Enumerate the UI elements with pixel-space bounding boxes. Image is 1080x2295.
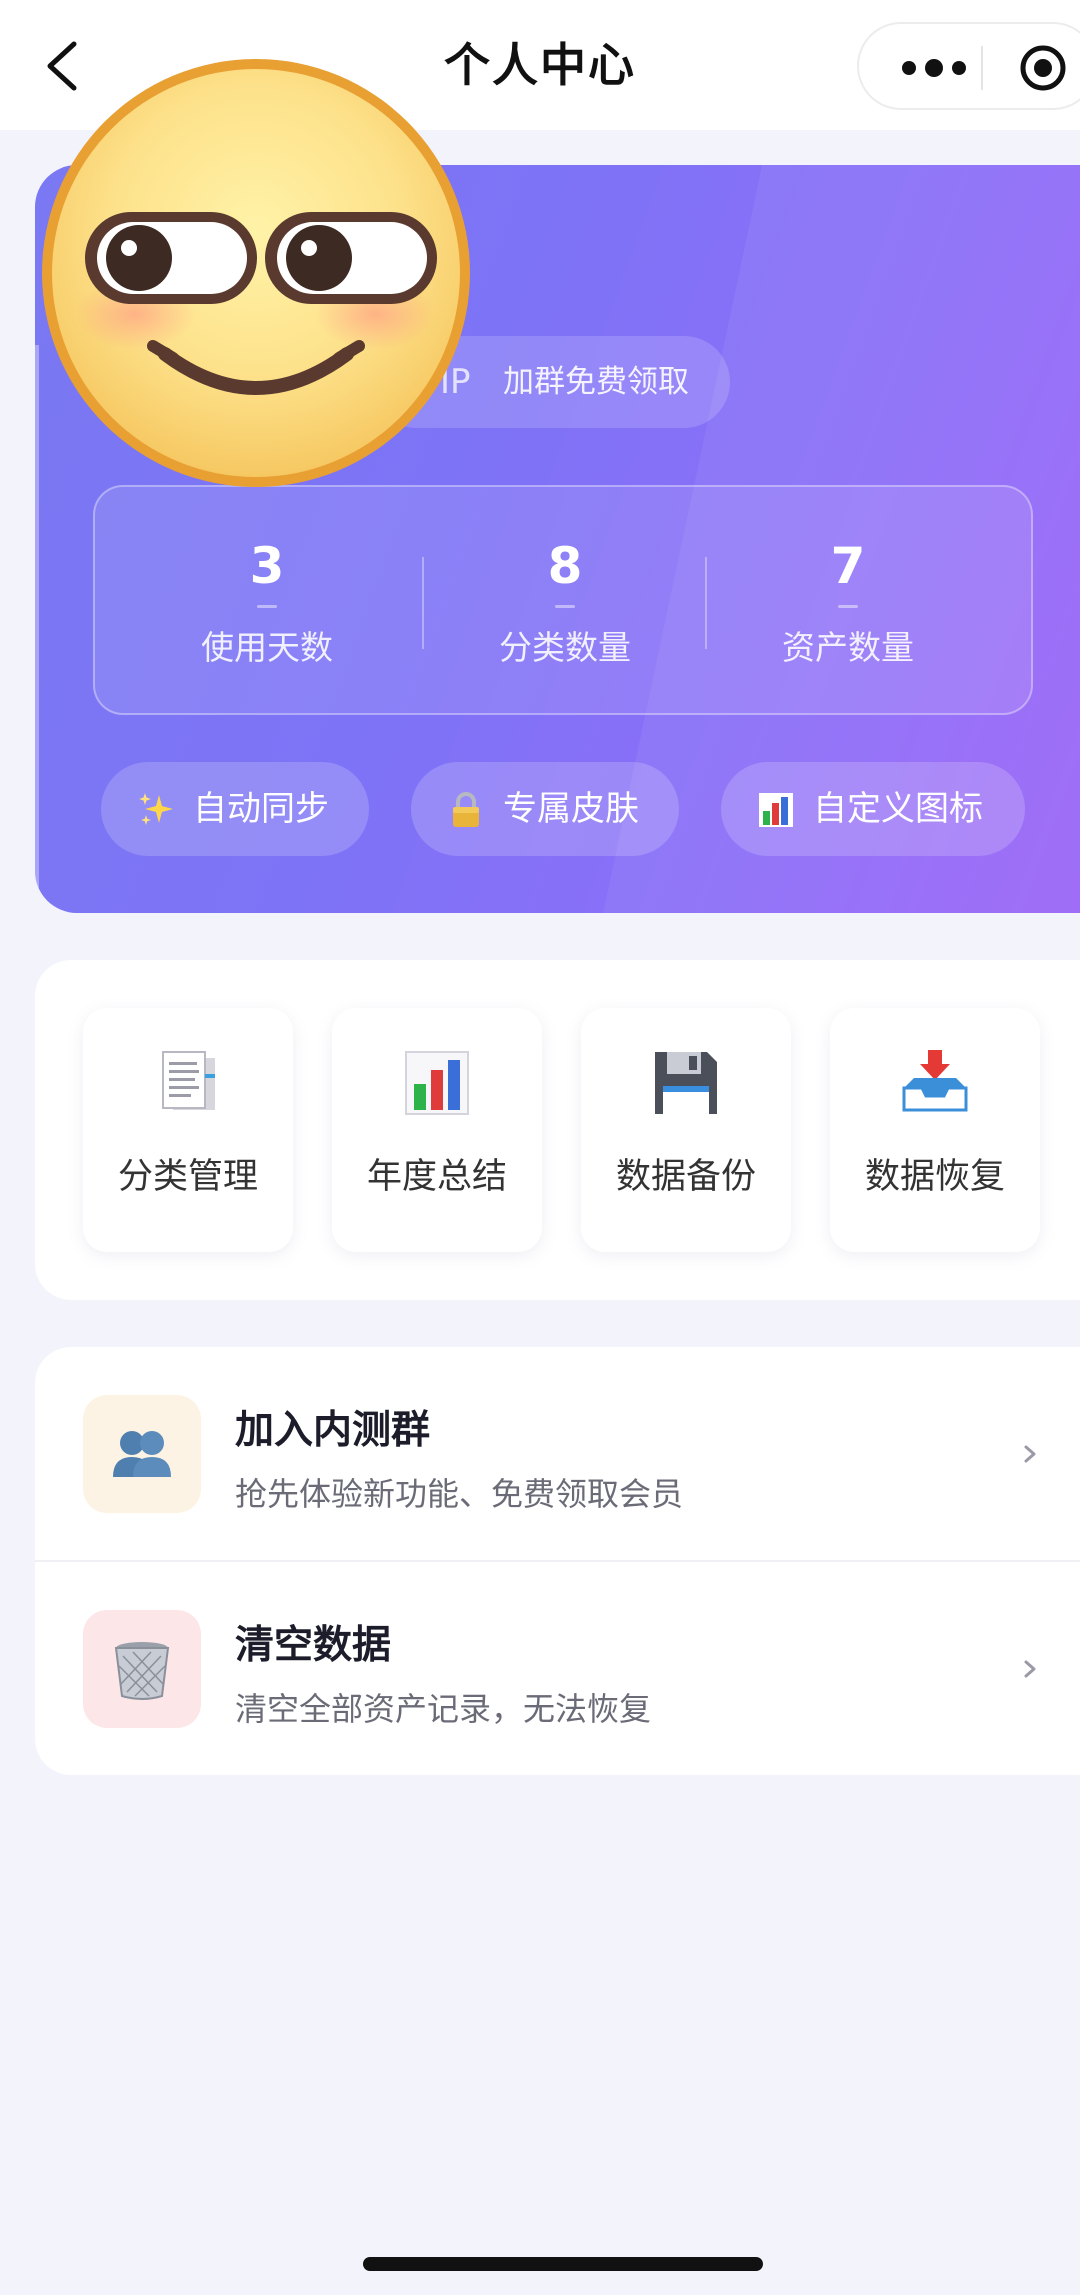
quick-actions-card: 分类管理 年度总结 数据备份 数据恢复 <box>35 960 1080 1300</box>
documents-icon <box>162 1051 215 1110</box>
settings-list-card: 加入内测群 抢先体验新功能、免费领取会员 清空数据 清空全部资产记录，无法恢复 <box>35 1347 1080 1775</box>
chip-label: 自定义图标 <box>813 789 983 829</box>
home-indicator[interactable] <box>363 2257 763 2271</box>
bar-chart-icon <box>759 793 793 827</box>
vip-promo-text: 加群免费领取 <box>503 364 689 400</box>
chevron-right-icon <box>1024 1660 1036 1678</box>
list-icon-box <box>83 1610 201 1728</box>
quick-action-label: 数据恢复 <box>864 1157 1005 1197</box>
sparkles-icon <box>139 793 173 825</box>
stat-label: 使用天数 <box>201 628 333 667</box>
chevron-right-icon <box>1024 1445 1036 1463</box>
stat-usage-days: 3 使用天数 <box>126 487 408 717</box>
capsule-divider <box>981 46 983 90</box>
list-item-join-beta-group[interactable]: 加入内测群 抢先体验新功能、免费领取会员 <box>35 1347 1080 1560</box>
wastebasket-icon <box>114 1642 170 1700</box>
stat-label: 资产数量 <box>782 628 914 667</box>
more-icon[interactable] <box>889 50 979 86</box>
stat-underline <box>838 605 858 608</box>
quick-action-label: 分类管理 <box>117 1157 258 1197</box>
list-icon-box <box>83 1395 201 1513</box>
stat-asset-count: 7 资产数量 <box>707 487 989 717</box>
close-target-icon[interactable] <box>1019 44 1067 92</box>
miniprogram-capsule <box>857 22 1080 110</box>
floppy-disk-icon <box>655 1052 717 1114</box>
stat-category-count: 8 分类数量 <box>424 487 706 717</box>
list-item-subtitle: 抢先体验新功能、免费领取会员 <box>235 1475 684 1513</box>
stats-panel: 3 使用天数 8 分类数量 7 资产数量 <box>93 485 1033 715</box>
feature-chip-custom-icons[interactable]: 自定义图标 <box>721 762 1025 856</box>
list-item-title: 清空数据 <box>235 1623 392 1668</box>
stat-label: 分类数量 <box>499 628 631 667</box>
stat-value: 7 <box>830 537 866 595</box>
list-item-clear-data[interactable]: 清空数据 清空全部资产记录，无法恢复 <box>35 1562 1080 1775</box>
chip-label: 专属皮肤 <box>503 789 639 829</box>
stat-value: 8 <box>547 537 583 595</box>
list-item-subtitle: 清空全部资产记录，无法恢复 <box>235 1690 652 1728</box>
bar-chart-icon <box>405 1051 469 1115</box>
smiley-avatar-icon[interactable] <box>35 52 477 494</box>
quick-action-label: 数据备份 <box>615 1157 756 1197</box>
list-item-title: 加入内测群 <box>235 1408 431 1453</box>
quick-action-data-backup[interactable]: 数据备份 <box>581 1008 791 1252</box>
feature-chip-exclusive-skin[interactable]: 专属皮肤 <box>411 762 679 856</box>
stat-underline <box>257 605 277 608</box>
quick-action-annual-summary[interactable]: 年度总结 <box>332 1008 542 1252</box>
chip-label: 自动同步 <box>193 789 329 829</box>
inbox-tray-icon <box>902 1050 968 1112</box>
stat-value: 3 <box>249 537 285 595</box>
stat-underline <box>555 605 575 608</box>
lock-icon <box>453 792 479 827</box>
people-icon <box>113 1431 171 1477</box>
quick-action-data-restore[interactable]: 数据恢复 <box>830 1008 1040 1252</box>
quick-action-category-manage[interactable]: 分类管理 <box>83 1008 293 1252</box>
quick-action-label: 年度总结 <box>366 1157 507 1197</box>
feature-chip-auto-sync[interactable]: 自动同步 <box>101 762 369 856</box>
